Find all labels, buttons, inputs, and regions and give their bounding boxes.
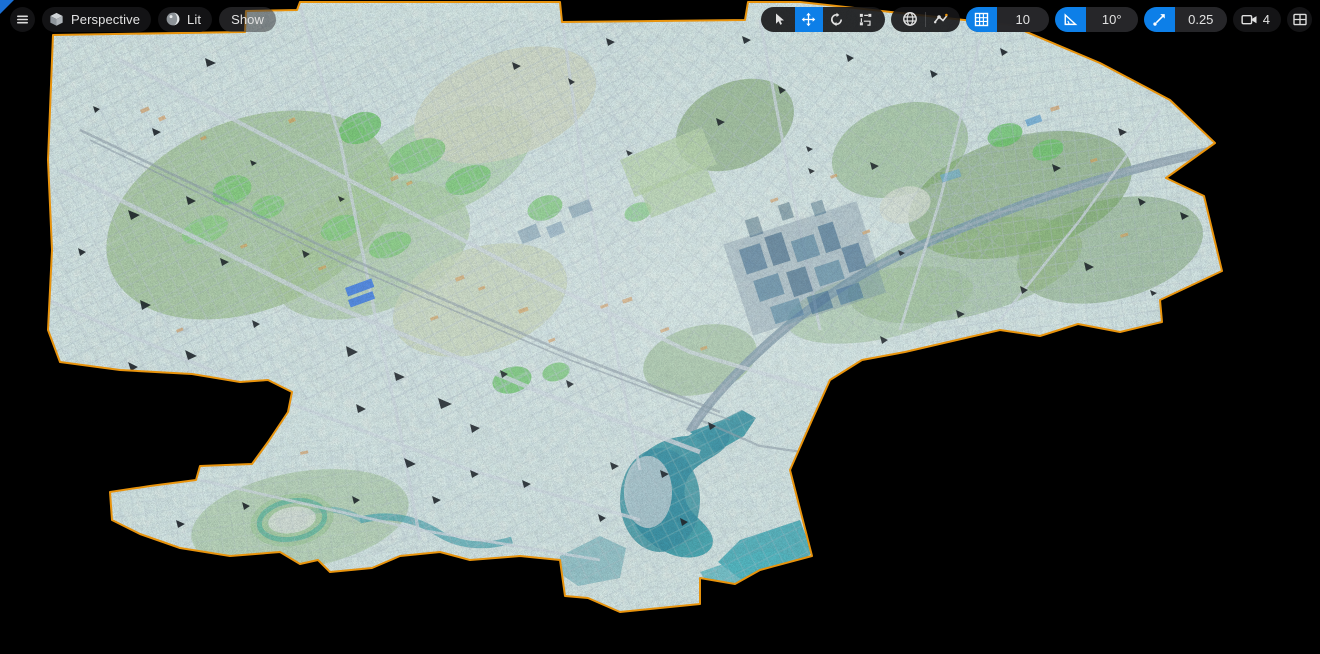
mesh-surface [48,2,1222,612]
world-coordinate-toggle[interactable] [891,7,925,32]
scale-tool-button[interactable] [851,7,885,32]
viewport-toolbar-left[interactable]: Perspective Lit Show [10,6,276,32]
viewport-scene-3d[interactable] [0,0,1320,654]
angle-icon [1062,11,1079,28]
viewport-layout-icon [1291,11,1308,28]
photogrammetry-city-mesh[interactable] [0,0,1320,654]
angle-snap-group[interactable]: 10° [1054,6,1138,32]
rotate-tool-button[interactable] [823,7,851,32]
angle-snap-value[interactable]: 10° [1085,6,1138,32]
camera-icon [1241,11,1258,28]
lighting-mode-label: Lit [187,11,202,27]
viewport-layout-button[interactable] [1287,6,1312,32]
lighting-mode-button[interactable]: Lit [158,6,213,32]
scale-icon [857,11,874,28]
surface-snap-icon [932,11,949,28]
camera-speed-button[interactable]: 4 [1232,6,1281,32]
viewport-focus-marker [0,0,14,14]
move-tool-button[interactable] [794,6,823,32]
transform-tool-group[interactable] [760,6,885,32]
cube-icon [48,11,65,28]
grid-icon [973,11,990,28]
select-tool-button[interactable] [761,7,795,32]
coordinate-and-snap-group[interactable] [890,6,960,32]
grid-snap-group[interactable]: 10 [965,6,1049,32]
scale-snap-value[interactable]: 0.25 [1174,6,1227,32]
show-flags-label: Show [231,11,264,27]
cursor-arrow-icon [771,11,788,28]
show-flags-button[interactable]: Show [219,6,276,32]
viewport-toolbar-right[interactable]: 10 10° 0.25 4 [760,6,1312,32]
grid-snap-value[interactable]: 10 [996,6,1049,32]
surface-snap-toggle[interactable] [926,7,960,32]
angle-snap-toggle[interactable] [1054,6,1086,32]
scale-snap-group[interactable]: 0.25 [1143,6,1227,32]
view-mode-button[interactable]: Perspective [42,6,152,32]
camera-speed-value: 4 [1262,11,1270,27]
hamburger-menu-icon [14,11,31,28]
scale-snap-arrow-icon [1151,11,1168,28]
sphere-lit-icon [164,11,181,28]
rotate-arrows-icon [828,11,845,28]
grid-snap-toggle[interactable] [965,6,997,32]
level-viewport[interactable]: Perspective Lit Show 10 10° 0.25 4 [0,0,1320,654]
move-arrows-icon [800,11,817,28]
globe-icon [901,11,918,28]
scale-snap-toggle[interactable] [1143,6,1175,32]
view-mode-label: Perspective [71,11,141,27]
